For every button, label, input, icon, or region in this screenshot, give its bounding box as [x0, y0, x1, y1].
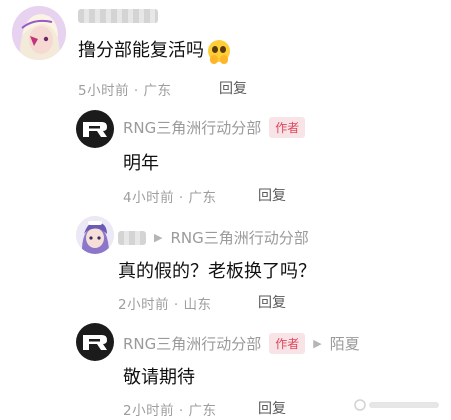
user-avatar[interactable]: [12, 6, 66, 60]
arrow-right-icon: ▶: [313, 337, 322, 350]
comment-text: 撸分部能复活吗: [78, 36, 230, 64]
comment-text: 敬请期待: [123, 367, 195, 388]
arrow-right-icon: ▶: [154, 231, 163, 244]
reply-button[interactable]: 回复: [258, 292, 286, 312]
user-avatar[interactable]: [76, 216, 114, 254]
comment-meta: 2小时前 · 广东: [123, 403, 217, 419]
comment-meta: 4小时前 · 广东: [123, 190, 217, 206]
pleading-emoji-icon: [208, 40, 230, 64]
anime-girl-avatar-icon: [12, 6, 66, 60]
reply-button[interactable]: 回复: [219, 78, 247, 98]
author-badge: 作者: [269, 117, 306, 138]
rng-avatar[interactable]: [76, 110, 114, 148]
anime-boy-avatar-icon: [76, 216, 114, 254]
watermark: [353, 398, 443, 415]
comment-meta: 2小时前 · 山东: [118, 297, 212, 313]
rng-logo-icon: [83, 335, 107, 350]
reply-header[interactable]: ▶ RNG三角洲行动分部: [118, 227, 309, 248]
rng-avatar[interactable]: [76, 323, 114, 361]
redacted-username-blur: [118, 230, 146, 245]
rng-logo-icon: [83, 122, 107, 137]
redacted-username-blur: [78, 9, 158, 23]
author-reply-header[interactable]: RNG三角洲行动分部 作者 ▶ 陌夏: [123, 333, 360, 354]
comment-text: 真的假的？老板换了吗？: [118, 261, 316, 282]
author-badge: 作者: [269, 333, 306, 354]
weibo-watermark-icon: [354, 399, 439, 411]
username-redacted[interactable]: [78, 9, 158, 23]
comment-meta: 5小时前 · 广东: [78, 83, 172, 99]
reply-button[interactable]: 回复: [258, 398, 286, 418]
reply-button[interactable]: 回复: [258, 185, 286, 205]
author-username-row[interactable]: RNG三角洲行动分部 作者: [123, 117, 306, 138]
comment-text: 明年: [123, 153, 159, 174]
